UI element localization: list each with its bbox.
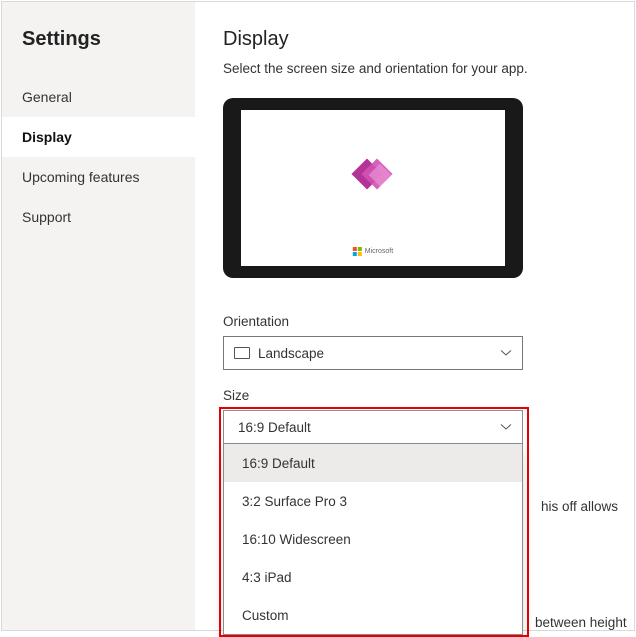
sidebar-title: Settings — [2, 18, 195, 77]
size-value: 16:9 Default — [234, 420, 311, 435]
page-title: Display — [223, 28, 614, 51]
size-option-16-10-widescreen[interactable]: 16:10 Widescreen — [224, 520, 522, 558]
size-option-16-9-default[interactable]: 16:9 Default — [224, 444, 522, 482]
size-option-custom[interactable]: Custom — [224, 596, 522, 634]
size-option-4-3-ipad[interactable]: 4:3 iPad — [224, 558, 522, 596]
size-dropdown-options: 16:9 Default 3:2 Surface Pro 3 16:10 Wid… — [223, 444, 523, 635]
tablet-screen: Microsoft — [241, 110, 505, 266]
microsoft-icon — [353, 247, 362, 256]
chevron-down-icon — [500, 421, 512, 433]
microsoft-logo: Microsoft — [353, 247, 393, 256]
sidebar-item-support[interactable]: Support — [2, 197, 195, 237]
main-panel: Display Select the screen size and orien… — [195, 2, 634, 630]
landscape-icon — [234, 347, 250, 359]
tablet-preview: Microsoft — [223, 98, 523, 278]
size-field: 16:9 Default 16:9 Default 3:2 Surface Pr… — [223, 410, 614, 635]
size-option-3-2-surface-pro-3[interactable]: 3:2 Surface Pro 3 — [224, 482, 522, 520]
sidebar-item-display[interactable]: Display — [2, 117, 195, 157]
orientation-value: Landscape — [258, 346, 324, 361]
chevron-down-icon — [500, 347, 512, 359]
orientation-label: Orientation — [223, 314, 614, 329]
orientation-dropdown[interactable]: Landscape — [223, 336, 523, 370]
settings-window: Settings General Display Upcoming featur… — [1, 1, 635, 631]
powerapps-icon — [350, 151, 396, 197]
microsoft-label: Microsoft — [365, 248, 393, 255]
size-dropdown[interactable]: 16:9 Default — [223, 410, 523, 444]
page-subtitle: Select the screen size and orientation f… — [223, 61, 614, 76]
sidebar-item-general[interactable]: General — [2, 77, 195, 117]
sidebar: Settings General Display Upcoming featur… — [2, 2, 195, 630]
size-label: Size — [223, 388, 614, 403]
sidebar-item-upcoming-features[interactable]: Upcoming features — [2, 157, 195, 197]
